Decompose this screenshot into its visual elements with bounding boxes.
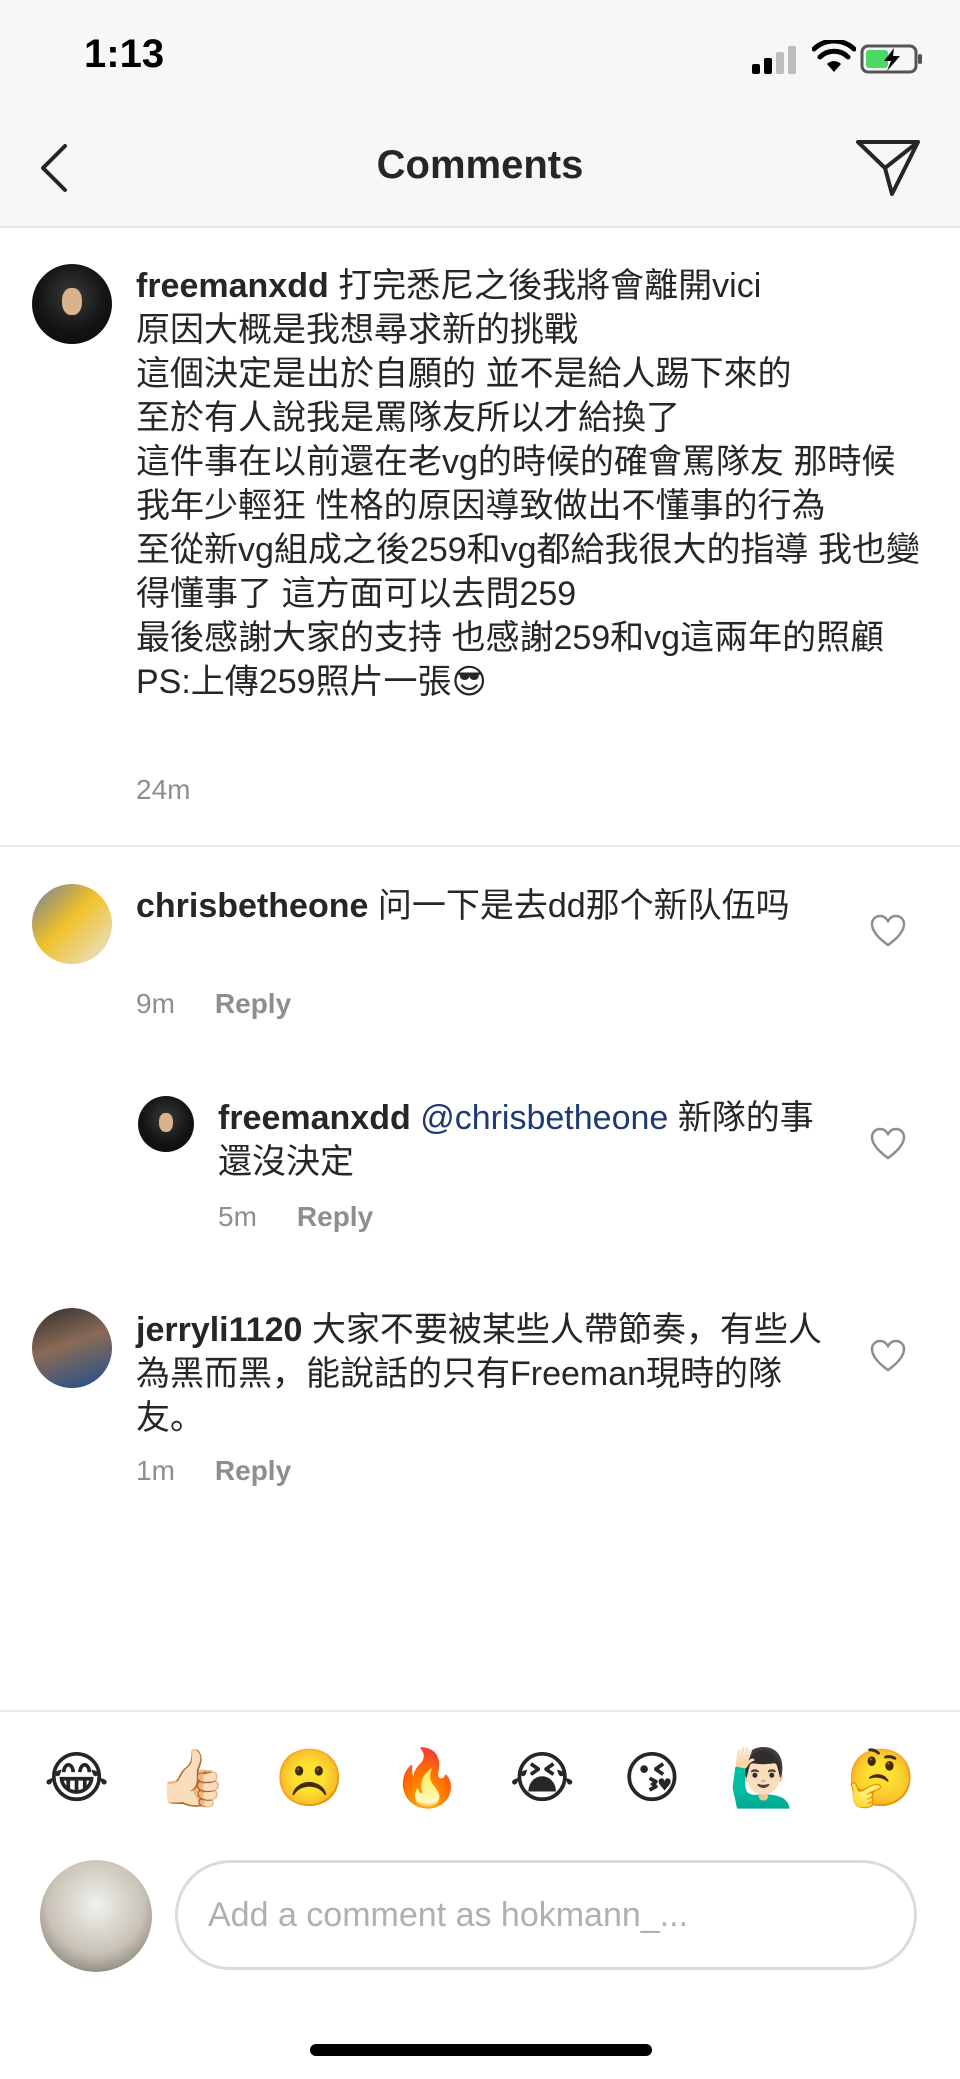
avatar[interactable] [138, 1096, 194, 1152]
comment-input[interactable] [178, 1863, 914, 1967]
caption-text: freemanxdd 打完悉尼之後我將會離開vici 原因大概是我想尋求新的挑戰… [136, 264, 928, 704]
comment-timestamp: 5m [218, 1201, 257, 1232]
caption-meta: 24m [136, 774, 190, 806]
emoji-kiss-button[interactable]: 😘 [623, 1747, 681, 1811]
emoji-fire-button[interactable]: 🔥 [392, 1747, 462, 1811]
emoji-frown-button[interactable]: ☹️ [275, 1747, 345, 1811]
reply-button[interactable]: Reply [215, 1455, 291, 1486]
paper-plane-icon [856, 140, 920, 196]
heart-outline-icon[interactable] [870, 914, 906, 948]
caption-username[interactable]: freemanxdd [136, 267, 329, 305]
reply-button[interactable]: Reply [215, 988, 291, 1019]
comment-meta: 5m Reply [218, 1201, 373, 1233]
mention-link[interactable]: @chrisbetheone [420, 1099, 668, 1137]
comment-text: freemanxdd @chrisbetheone 新隊的事還沒決定 [218, 1096, 818, 1184]
home-indicator[interactable] [310, 2044, 652, 2056]
emoji-raising-hand-button[interactable]: 🙋🏻‍♂️ [729, 1747, 799, 1811]
battery-icon [860, 44, 922, 74]
avatar[interactable] [32, 264, 112, 344]
caption-body: 打完悉尼之後我將會離開vici 原因大概是我想尋求新的挑戰 這個決定是出於自願的… [136, 267, 920, 701]
comment-meta: 9m Reply [136, 988, 291, 1020]
cellular-signal-icon [752, 44, 800, 74]
emoji-thinking-button[interactable]: 🤔 [846, 1747, 916, 1811]
divider [0, 845, 960, 847]
emoji-crying-button[interactable]: 😭 [510, 1747, 575, 1811]
status-time: 1:13 [84, 32, 165, 76]
comment-timestamp: 9m [136, 988, 175, 1019]
page-title: Comments [376, 143, 584, 187]
comment-username[interactable]: jerryli1120 [136, 1311, 302, 1349]
emoji-thumbs-up-button[interactable]: 👍🏻 [157, 1747, 227, 1811]
comment-timestamp: 1m [136, 1455, 175, 1486]
avatar[interactable] [32, 1308, 112, 1388]
comment-body: 问一下是去dd那个新队伍吗 [377, 887, 790, 925]
wifi-icon [812, 40, 856, 72]
avatar[interactable] [32, 884, 112, 964]
share-button[interactable] [852, 136, 926, 200]
comment-username[interactable]: freemanxdd [218, 1099, 411, 1137]
comment-text: jerryli1120 大家不要被某些人帶節奏，有些人為黑而黑，能說話的只有Fr… [136, 1308, 826, 1440]
comment-meta: 1m Reply [136, 1455, 291, 1487]
emoji-quick-bar: 😂 👍🏻 ☹️ 🔥 😭 😘 🙋🏻‍♂️ 🤔 [0, 1712, 960, 1846]
emoji-joy-button[interactable]: 😂 [44, 1747, 109, 1811]
reply-button[interactable]: Reply [297, 1201, 373, 1232]
heart-outline-icon[interactable] [870, 1127, 906, 1161]
current-user-avatar [40, 1860, 152, 1972]
comment-username[interactable]: chrisbetheone [136, 887, 368, 925]
comment-text: chrisbetheone 问一下是去dd那个新队伍吗 [136, 884, 826, 928]
comment-input-container[interactable] [175, 1860, 917, 1970]
caption-timestamp: 24m [136, 774, 191, 805]
heart-outline-icon[interactable] [870, 1339, 906, 1373]
